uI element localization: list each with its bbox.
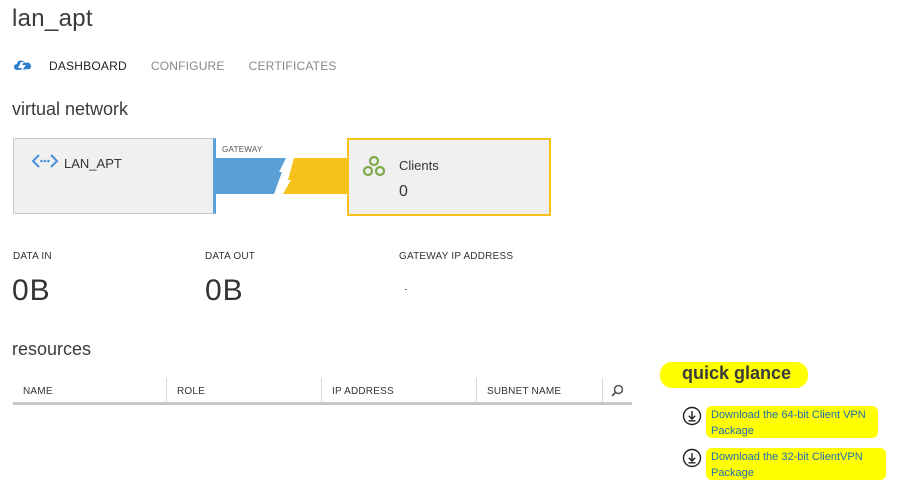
gateway-ip-label: GATEWAY IP ADDRESS <box>399 251 514 262</box>
network-tile[interactable]: LAN_APT <box>13 138 216 214</box>
download-32bit-link[interactable]: Download the 32-bit ClientVPN Package <box>682 448 892 480</box>
gateway-connection[interactable] <box>216 158 347 194</box>
search-icon <box>611 384 624 397</box>
clients-label: Clients <box>399 158 439 173</box>
data-in-label: DATA IN <box>13 251 52 262</box>
download-32bit-label: Download the 32-bit ClientVPN Package <box>711 451 863 479</box>
virtual-network-heading: virtual network <box>12 99 129 119</box>
download-64bit-link[interactable]: Download the 64-bit Client VPN Package <box>682 406 892 438</box>
column-header-name[interactable]: NAME <box>13 378 167 402</box>
tab-bar: DASHBOARD CONFIGURE CERTIFICATES <box>12 56 361 76</box>
network-name: LAN_APT <box>64 156 122 171</box>
download-64bit-label: Download the 64-bit Client VPN Package <box>711 409 866 437</box>
column-header-subnet-name[interactable]: SUBNET NAME <box>477 378 603 402</box>
gateway-ip-value <box>405 289 407 290</box>
column-header-role[interactable]: ROLE <box>167 378 322 402</box>
column-header-ip-address[interactable]: IP ADDRESS <box>322 378 477 402</box>
search-button[interactable] <box>603 378 632 402</box>
download-icon <box>682 406 702 426</box>
clients-icon <box>363 155 385 177</box>
data-out-value: 0B <box>205 274 244 307</box>
resources-table-header: NAME ROLE IP ADDRESS SUBNET NAME <box>13 378 632 405</box>
resources-heading: resources <box>12 339 92 359</box>
cloud-icon <box>14 60 32 73</box>
clients-count: 0 <box>399 183 408 200</box>
data-out-label: DATA OUT <box>205 251 256 262</box>
network-icon <box>31 154 59 168</box>
page-title: lan_apt <box>12 5 93 32</box>
download-icon <box>682 448 702 468</box>
tab-dashboard[interactable]: DASHBOARD <box>49 59 127 73</box>
tab-configure[interactable]: CONFIGURE <box>151 59 225 73</box>
quick-glance-heading: quick glance <box>682 363 792 383</box>
tab-certificates[interactable]: CERTIFICATES <box>249 59 337 73</box>
gateway-label: GATEWAY <box>222 145 263 154</box>
clients-tile[interactable]: Clients 0 <box>347 138 551 216</box>
data-in-value: 0B <box>12 274 51 307</box>
